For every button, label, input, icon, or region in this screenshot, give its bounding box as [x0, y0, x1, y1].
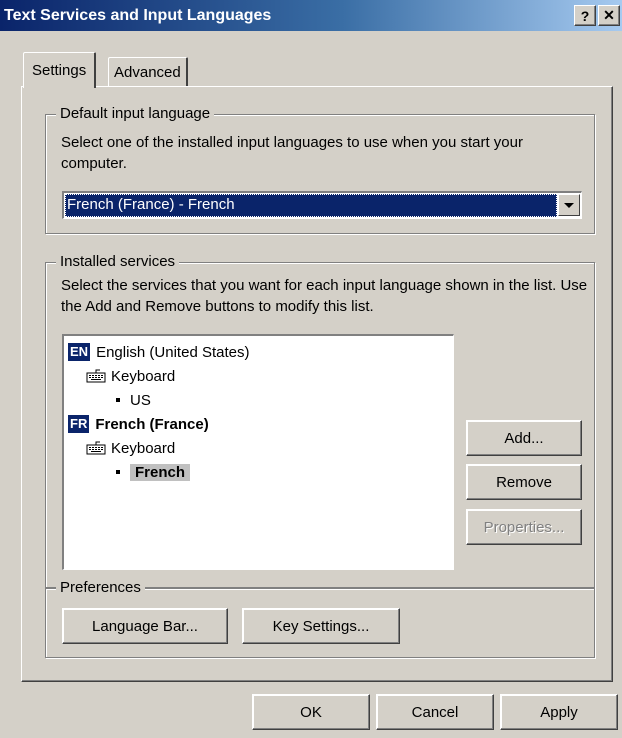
cancel-button[interactable]: Cancel [376, 694, 494, 730]
title-bar: Text Services and Input Languages [0, 0, 622, 31]
tree-item-keyboard-fr[interactable]: Keyboard [86, 436, 175, 460]
ok-button[interactable]: OK [252, 694, 370, 730]
tree-item-layout-french[interactable]: French [116, 460, 191, 484]
tree-item-layout-us[interactable]: US [116, 388, 151, 412]
cancel-button-label: Cancel [411, 703, 459, 721]
apply-button[interactable]: Apply [500, 694, 618, 730]
close-button[interactable]: ✕ [598, 5, 620, 26]
preferences-legend: Preferences [56, 578, 145, 598]
default-language-legend: Default input language [56, 104, 215, 124]
category-label-fr: Keyboard [111, 439, 176, 457]
default-language-select[interactable]: French (France) - French [62, 191, 582, 219]
add-button-label: Add... [504, 429, 544, 447]
help-button[interactable]: ? [574, 5, 596, 26]
bullet-icon [116, 398, 120, 402]
close-icon: ✕ [603, 7, 615, 23]
remove-button[interactable]: Remove [466, 464, 582, 500]
language-name-fr: French (France) [95, 415, 209, 433]
language-bar-button[interactable]: Language Bar... [62, 608, 228, 644]
keyboard-icon [86, 369, 106, 383]
layout-label-french: French [130, 463, 191, 481]
ok-button-label: OK [300, 703, 322, 721]
apply-button-label: Apply [540, 703, 578, 721]
default-language-description: Select one of the installed input langua… [61, 134, 523, 172]
properties-button-label: Properties... [483, 518, 565, 536]
tab-advanced-label: Advanced [114, 63, 181, 81]
chevron-down-icon [564, 202, 574, 208]
layout-label-us: US [130, 391, 151, 409]
key-settings-button-label: Key Settings... [272, 617, 370, 635]
installed-services-legend: Installed services [56, 252, 180, 272]
help-icon: ? [580, 7, 590, 24]
tree-item-keyboard-en[interactable]: Keyboard [86, 364, 175, 388]
key-settings-button[interactable]: Key Settings... [242, 608, 400, 644]
default-language-value: French (France) - French [65, 194, 557, 217]
language-badge-en: EN [68, 343, 91, 361]
language-name-en: English (United States) [96, 343, 250, 361]
language-badge-fr: FR [68, 415, 90, 433]
installed-services-description: Select the services that you want for ea… [61, 277, 588, 315]
tree-item-language-en[interactable]: EN English (United States) [68, 340, 249, 364]
tab-settings[interactable]: Settings [23, 52, 97, 88]
tab-settings-label: Settings [32, 62, 87, 79]
remove-button-label: Remove [496, 473, 552, 491]
add-button[interactable]: Add... [466, 420, 582, 456]
keyboard-icon [86, 441, 106, 455]
category-label-en: Keyboard [111, 367, 176, 385]
window-title: Text Services and Input Languages [4, 6, 272, 24]
installed-services-tree[interactable]: EN English (United States) Keyboard US F… [62, 334, 454, 570]
language-bar-button-label: Language Bar... [92, 617, 198, 635]
dropdown-arrow-button[interactable] [558, 194, 580, 216]
properties-button[interactable]: Properties... [466, 509, 582, 545]
bullet-icon [116, 470, 120, 474]
tab-advanced[interactable]: Advanced [108, 57, 188, 86]
tree-item-language-fr[interactable]: FR French (France) [68, 412, 209, 436]
